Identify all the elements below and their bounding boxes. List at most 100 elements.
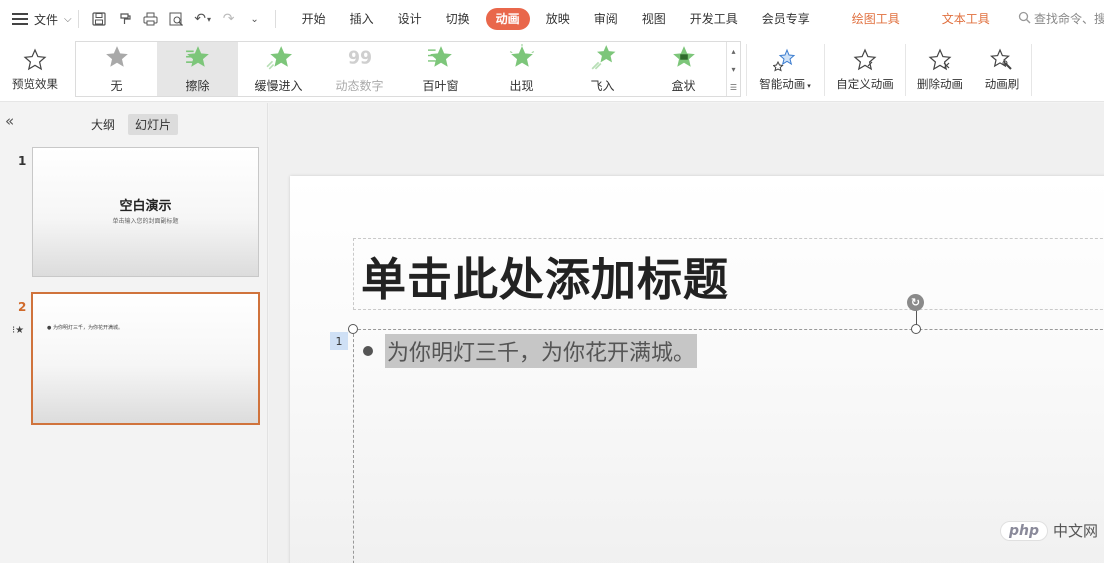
hamburger-icon xyxy=(12,13,28,25)
rotate-icon[interactable]: ↻ xyxy=(907,294,924,311)
tab-slides[interactable]: 幻灯片 xyxy=(128,114,179,135)
watermark-text: 中文网 xyxy=(1053,522,1099,540)
svg-text:99: 99 xyxy=(347,49,371,69)
bullet-item[interactable]: 为你明灯三千，为你花开满城。 xyxy=(363,334,698,368)
tab-drawing-tools[interactable]: 绘图工具 xyxy=(840,8,912,30)
effect-label: 动态数字 xyxy=(335,79,384,93)
command-search[interactable]: 查找命令、搜 xyxy=(1018,10,1104,27)
thumb-body: ● 为你明灯三千，为你花开满城。 xyxy=(47,325,123,331)
preview-star-icon xyxy=(23,48,47,72)
animation-order-badge[interactable]: 1 xyxy=(330,332,348,350)
preview-effect-button[interactable]: 预览效果 xyxy=(6,38,64,102)
customize-toolbar-icon[interactable]: ⌄ xyxy=(245,9,265,29)
slide-number: 1 xyxy=(18,154,27,168)
ribbon-tabs: 开始 插入 设计 切换 动画 放映 审阅 视图 开发工具 会员专享 绘图工具 文… xyxy=(290,0,1002,38)
divider xyxy=(746,44,747,96)
crawl-in-star-icon xyxy=(266,44,292,73)
format-painter-icon[interactable] xyxy=(115,9,135,29)
effect-box[interactable]: 盒状 xyxy=(643,42,724,96)
animation-painter-icon xyxy=(990,48,1014,72)
effect-label: 缓慢进入 xyxy=(254,79,303,93)
tab-member[interactable]: 会员专享 xyxy=(750,8,822,30)
preview-effect-label: 预览效果 xyxy=(12,77,58,91)
dynamic-number-icon: 99 xyxy=(347,44,373,73)
slide-thumbnail-1[interactable]: 空白演示 单击输入您的封面副标题 xyxy=(32,147,259,277)
gallery-scrollbar[interactable]: ▴ ▾ ☰ xyxy=(726,42,740,96)
print-preview-icon[interactable] xyxy=(167,9,187,29)
slide-number: 2 xyxy=(18,300,27,314)
effect-crawl-in[interactable]: 缓慢进入 xyxy=(238,42,319,96)
slide-navigation-pane: « 大纲 幻灯片 1 空白演示 单击输入您的封面副标题 2 ⁝★ ● 为你明灯三… xyxy=(0,103,268,563)
delete-animation-button[interactable]: 删除动画 xyxy=(909,38,971,102)
title-placeholder[interactable]: 单击此处添加标题 xyxy=(353,238,1104,310)
box-star-icon xyxy=(671,44,697,73)
search-placeholder: 查找命令、搜 xyxy=(1034,12,1104,26)
thumb-title: 空白演示 xyxy=(119,199,172,214)
slide-thumbnail-2[interactable]: ● 为你明灯三千，为你花开满城。 xyxy=(31,292,260,425)
tab-design[interactable]: 设计 xyxy=(386,8,434,30)
view-toggle: 大纲 幻灯片 xyxy=(84,114,179,135)
tab-review[interactable]: 审阅 xyxy=(582,8,630,30)
delete-animation-icon xyxy=(928,48,952,72)
tab-text-tools[interactable]: 文本工具 xyxy=(930,8,1002,30)
tab-transitions[interactable]: 切换 xyxy=(434,8,482,30)
menu-bar: 文件 ⌵ ↶ ▾ ↷ ⌄ 开始 插入 设计 切换 动画 放映 审阅 视图 开发工具… xyxy=(0,0,1104,38)
scroll-down-icon[interactable]: ▾ xyxy=(731,65,735,74)
smart-animation-label: 智能动画 ▾ xyxy=(759,77,811,91)
collapse-pane-icon[interactable]: « xyxy=(5,112,14,130)
animation-effects-gallery: 无 擦除 缓慢进入 99 动态数字 百叶窗 出现 飞入 盒状 ▴ ▾ ☰ xyxy=(75,41,741,97)
effect-wipe[interactable]: 擦除 xyxy=(157,42,238,96)
slide-editor: 单击此处添加标题 ↻ 1 为你明灯三千，为你花开满城。 xyxy=(269,103,1104,563)
tab-home[interactable]: 开始 xyxy=(290,8,338,30)
print-icon[interactable] xyxy=(141,9,161,29)
smart-animation-icon xyxy=(773,48,797,72)
tab-insert[interactable]: 插入 xyxy=(338,8,386,30)
animation-marker-icon: ⁝★ xyxy=(12,325,25,336)
site-watermark: php 中文网 xyxy=(1000,520,1098,541)
file-menu-label: 文件 xyxy=(34,12,59,27)
redo-icon[interactable]: ↷ xyxy=(219,9,239,29)
appear-star-icon xyxy=(509,44,535,73)
file-menu[interactable]: 文件 ⌵ xyxy=(0,0,72,38)
tab-slideshow[interactable]: 放映 xyxy=(534,8,582,30)
effect-fly-in[interactable]: 飞入 xyxy=(562,42,643,96)
slide-title[interactable]: 单击此处添加标题 xyxy=(361,243,729,308)
effect-label: 出现 xyxy=(509,79,534,93)
effect-blinds[interactable]: 百叶窗 xyxy=(400,42,481,96)
tab-developer[interactable]: 开发工具 xyxy=(678,8,750,30)
animation-painter-button[interactable]: 动画刷 xyxy=(976,38,1028,102)
resize-handle[interactable] xyxy=(911,324,921,334)
resize-handle[interactable] xyxy=(348,324,358,334)
blinds-star-icon xyxy=(427,44,454,73)
effect-label: 飞入 xyxy=(590,79,615,93)
divider xyxy=(274,10,276,28)
smart-animation-button[interactable]: 智能动画 ▾ xyxy=(752,38,818,102)
tab-outline[interactable]: 大纲 xyxy=(84,114,122,135)
wipe-star-icon xyxy=(185,44,211,73)
watermark-logo: php xyxy=(1000,520,1049,541)
scroll-up-icon[interactable]: ▴ xyxy=(731,47,735,56)
save-icon[interactable] xyxy=(89,9,109,29)
divider xyxy=(1031,44,1032,96)
star-gray-icon xyxy=(104,44,130,73)
rotation-stem xyxy=(916,309,917,325)
tab-view[interactable]: 视图 xyxy=(630,8,678,30)
bullet-text[interactable]: 为你明灯三千，为你花开满城。 xyxy=(385,334,698,368)
divider xyxy=(77,10,79,28)
effect-label: 盒状 xyxy=(671,79,696,93)
animation-ribbon: 预览效果 无 擦除 缓慢进入 99 动态数字 百叶窗 出现 飞入 盒状 ▴ ▾ … xyxy=(0,38,1104,102)
custom-animation-icon xyxy=(853,48,877,72)
effect-dynamic-number[interactable]: 99 动态数字 xyxy=(319,42,400,96)
search-icon xyxy=(1018,11,1031,27)
undo-icon[interactable]: ↶ ▾ xyxy=(193,9,213,29)
custom-animation-button[interactable]: 自定义动画 xyxy=(829,38,901,102)
divider xyxy=(905,44,906,96)
effect-none[interactable]: 无 xyxy=(76,42,157,96)
slide-canvas[interactable]: 单击此处添加标题 ↻ 1 为你明灯三千，为你花开满城。 xyxy=(290,176,1104,563)
thumb-subtitle: 单击输入您的封面副标题 xyxy=(112,218,179,225)
tab-animation[interactable]: 动画 xyxy=(485,8,530,30)
gallery-expand-icon[interactable]: ☰ xyxy=(730,83,737,92)
effect-appear[interactable]: 出现 xyxy=(481,42,562,96)
effect-label: 无 xyxy=(110,79,123,93)
bullet-icon xyxy=(363,346,373,356)
